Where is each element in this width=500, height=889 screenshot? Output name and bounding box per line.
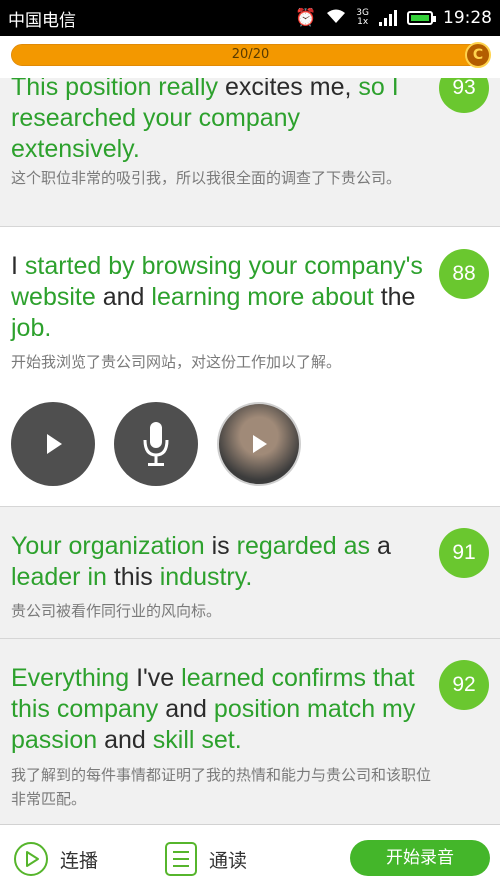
list-icon — [165, 842, 197, 876]
battery-icon — [407, 11, 436, 25]
sentence-translation: 开始我浏览了贵公司网站，对这份工作加以了解。 — [11, 353, 342, 371]
sentence-translation: 贵公司被看作同行业的风向标。 — [11, 602, 222, 620]
sentence-segment: skill set. — [152, 726, 242, 754]
sentence-text: Everything I've learned confirms that th… — [11, 663, 426, 756]
clock: 19:28 — [443, 8, 492, 28]
sentence-segment: regarded as — [236, 532, 377, 560]
wifi-icon — [326, 8, 346, 28]
score-badge: 93 — [439, 78, 489, 113]
sentence-card[interactable]: Your organization is regarded as a leade… — [0, 507, 500, 639]
bottom-toolbar: 连播 通读 开始录音 — [0, 824, 500, 889]
status-bar: 中国电信 ⏰ 3G 1x 19:28 — [0, 0, 500, 36]
continuous-play-label: 连播 — [60, 849, 99, 872]
play-button[interactable] — [11, 402, 95, 486]
sentence-segment: learning more about — [151, 283, 381, 311]
alarm-icon: ⏰ — [295, 7, 317, 28]
sentence-card[interactable]: Everything I've learned confirms that th… — [0, 639, 500, 824]
sentence-card-active[interactable]: I started by browsing your company's web… — [0, 227, 500, 507]
sentence-segment: industry. — [159, 563, 253, 591]
sentence-segment: this — [113, 563, 160, 591]
sentence-segment: a — [377, 532, 391, 560]
progress-text: 20/20 — [231, 47, 270, 62]
score-badge: 91 — [439, 528, 489, 578]
sentence-segment: Everything — [11, 664, 137, 692]
score-badge: 92 — [439, 660, 489, 710]
sentence-segment: I — [11, 252, 25, 280]
sentence-translation: 这个职位非常的吸引我，所以我很全面的调查了下贵公司。 — [11, 169, 402, 187]
sentence-text: This position really excites me, so I re… — [11, 78, 426, 165]
read-along-label: 通读 — [209, 849, 248, 872]
sentence-segment: and — [165, 695, 214, 723]
progress-bar: 20/20 C — [11, 42, 491, 68]
sentence-list[interactable]: This position really excites me, so I re… — [0, 78, 500, 824]
sentence-segment: Your organization — [11, 532, 212, 560]
my-recording-playback[interactable] — [217, 402, 301, 486]
network-type: 3G 1x — [356, 8, 369, 27]
progress-end-icon[interactable]: C — [465, 42, 491, 68]
score-badge: 88 — [439, 249, 489, 299]
sentence-card[interactable]: This position really excites me, so I re… — [0, 78, 500, 227]
sentence-translation: 我了解到的每件事情都证明了我的热情和能力与贵公司和该职位非常匹配。 — [11, 766, 432, 808]
record-button[interactable] — [114, 402, 198, 486]
sentence-segment: and — [104, 726, 153, 754]
user-avatar-play-icon — [253, 435, 267, 453]
sentence-segment: I've — [136, 664, 182, 692]
sentence-segment: and — [102, 283, 152, 311]
progress-area: 20/20 C — [0, 36, 500, 78]
start-recording-button[interactable]: 开始录音 — [350, 840, 490, 876]
signal-icon — [379, 10, 397, 26]
sentence-segment: job. — [11, 314, 52, 342]
continuous-play-button[interactable]: 连播 — [13, 841, 98, 877]
play-icon — [47, 434, 62, 454]
read-along-button[interactable]: 通读 — [164, 841, 247, 877]
sentence-text: I started by browsing your company's web… — [11, 251, 426, 344]
sentence-segment: This position really — [11, 78, 225, 101]
sentence-segment: is — [211, 532, 237, 560]
microphone-icon — [143, 422, 169, 466]
sentence-segment: leader in — [11, 563, 114, 591]
carrier-name: 中国电信 — [8, 10, 76, 31]
sentence-segment: the — [380, 283, 416, 311]
status-icons: ⏰ 3G 1x 19:28 — [295, 8, 492, 28]
sentence-segment: excites me, — [224, 78, 359, 101]
sentence-text: Your organization is regarded as a leade… — [11, 531, 426, 593]
play-circle-icon — [14, 842, 48, 876]
